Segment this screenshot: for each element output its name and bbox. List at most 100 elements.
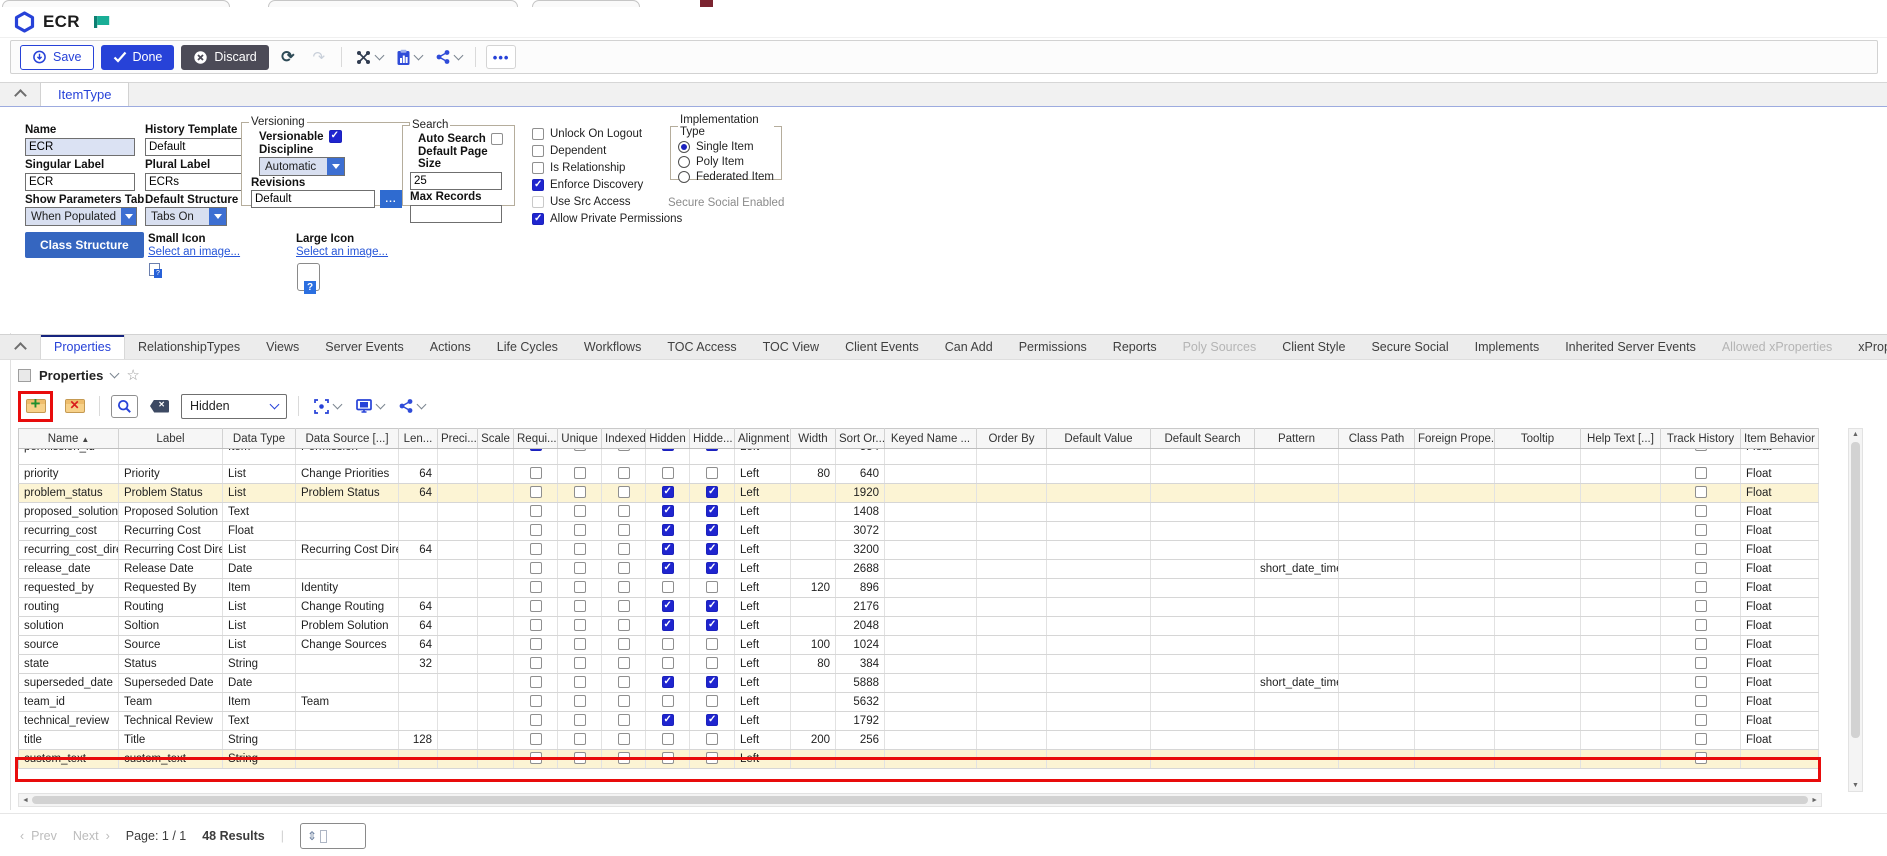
indexed-checkbox[interactable]: [618, 619, 630, 631]
cell-label[interactable]: custom_text: [119, 750, 223, 769]
cell-foreign_prope[interactable]: [1415, 731, 1495, 750]
cell-indexed[interactable]: [602, 484, 646, 503]
cell-label[interactable]: Routing: [119, 598, 223, 617]
cell-keyed_name[interactable]: [885, 560, 977, 579]
enforce-discovery-checkbox[interactable]: [532, 179, 544, 191]
cell-tooltip[interactable]: [1495, 598, 1581, 617]
track_history-checkbox[interactable]: [1695, 505, 1707, 517]
track_history-checkbox[interactable]: [1695, 638, 1707, 650]
cell-alignment[interactable]: Left: [735, 503, 791, 522]
cell-pattern[interactable]: [1255, 449, 1339, 465]
hidden-checkbox[interactable]: [662, 638, 674, 650]
cell-foreign_prope[interactable]: [1415, 617, 1495, 636]
indexed-checkbox[interactable]: [618, 657, 630, 669]
cell-scale[interactable]: [478, 655, 514, 674]
unique-checkbox[interactable]: [574, 600, 586, 612]
cell-sort_order[interactable]: 384: [836, 655, 885, 674]
indexed-checkbox[interactable]: [618, 449, 630, 452]
cell-keyed_name[interactable]: [885, 449, 977, 465]
tab-secure-social[interactable]: Secure Social: [1358, 335, 1461, 359]
col-header-alignment[interactable]: Alignment: [735, 429, 791, 449]
cell-pattern[interactable]: [1255, 693, 1339, 712]
cell-data_source[interactable]: [296, 522, 399, 541]
cell-alignment[interactable]: Left: [735, 579, 791, 598]
cell-pattern[interactable]: [1255, 712, 1339, 731]
cell-alignment[interactable]: Left: [735, 731, 791, 750]
cell-hidden[interactable]: [646, 750, 690, 769]
cell-foreign_prope[interactable]: [1415, 655, 1495, 674]
cell-requi[interactable]: [514, 750, 558, 769]
cell-unique[interactable]: [558, 484, 602, 503]
cell-data_source[interactable]: Change Priorities: [296, 465, 399, 484]
cell-sort_order[interactable]: 256: [836, 731, 885, 750]
cell-help_text[interactable]: [1581, 541, 1661, 560]
cell-label[interactable]: Requested By: [119, 579, 223, 598]
cell-pattern[interactable]: [1255, 598, 1339, 617]
cell-help_text[interactable]: [1581, 560, 1661, 579]
track_history-checkbox[interactable]: [1695, 449, 1707, 452]
cell-requi[interactable]: [514, 598, 558, 617]
cell-preci[interactable]: [438, 693, 478, 712]
cell-name[interactable]: problem_status: [19, 484, 119, 503]
cell-keyed_name[interactable]: [885, 655, 977, 674]
cell-scale[interactable]: [478, 674, 514, 693]
indexed-checkbox[interactable]: [618, 752, 630, 764]
cell-len[interactable]: [399, 750, 438, 769]
cell-class_path[interactable]: [1339, 636, 1415, 655]
cell-data_type[interactable]: List: [223, 617, 296, 636]
cell-data_type[interactable]: Float: [223, 522, 296, 541]
requi-checkbox[interactable]: [530, 581, 542, 593]
cell-unique[interactable]: [558, 655, 602, 674]
cell-foreign_prope[interactable]: [1415, 712, 1495, 731]
cell-keyed_name[interactable]: [885, 484, 977, 503]
cell-len[interactable]: [399, 712, 438, 731]
track_history-checkbox[interactable]: [1695, 581, 1707, 593]
cell-sort_order[interactable]: 1408: [836, 503, 885, 522]
cell-class_path[interactable]: [1339, 579, 1415, 598]
cell-label[interactable]: Proposed Solution: [119, 503, 223, 522]
requi-checkbox[interactable]: [530, 733, 542, 745]
track_history-checkbox[interactable]: [1695, 600, 1707, 612]
cell-preci[interactable]: [438, 655, 478, 674]
cell-data_type[interactable]: String: [223, 655, 296, 674]
cell-preci[interactable]: [438, 449, 478, 465]
cell-width[interactable]: [791, 541, 836, 560]
cell-track_history[interactable]: [1661, 541, 1741, 560]
cell-data_type[interactable]: List: [223, 541, 296, 560]
clear-search-button[interactable]: [146, 395, 173, 418]
cell-hidden[interactable]: [646, 449, 690, 465]
cell-sort_order[interactable]: 3072: [836, 522, 885, 541]
hidden2-checkbox[interactable]: [706, 733, 718, 745]
cell-default_value[interactable]: [1047, 617, 1151, 636]
unlock-on-logout-checkbox[interactable]: [532, 128, 544, 140]
indexed-checkbox[interactable]: [618, 676, 630, 688]
cell-class_path[interactable]: [1339, 541, 1415, 560]
cell-label[interactable]: Release Date: [119, 560, 223, 579]
cell-tooltip[interactable]: [1495, 750, 1581, 769]
cell-default_value[interactable]: [1047, 560, 1151, 579]
cell-preci[interactable]: [438, 560, 478, 579]
cell-item_behavior[interactable]: Float: [1741, 598, 1819, 617]
tab-client-events[interactable]: Client Events: [832, 335, 932, 359]
requi-checkbox[interactable]: [530, 714, 542, 726]
cell-unique[interactable]: [558, 598, 602, 617]
hidden-checkbox[interactable]: [662, 543, 674, 555]
cell-default_value[interactable]: [1047, 465, 1151, 484]
table-row-source[interactable]: sourceSourceListChange Sources64Left1001…: [19, 636, 1819, 655]
requi-checkbox[interactable]: [530, 657, 542, 669]
hidden-filter-select[interactable]: Hidden: [181, 394, 287, 419]
tab-server-events[interactable]: Server Events: [312, 335, 417, 359]
cell-class_path[interactable]: [1339, 693, 1415, 712]
indexed-checkbox[interactable]: [618, 581, 630, 593]
cell-requi[interactable]: [514, 655, 558, 674]
horizontal-scrollbar[interactable]: ◄ ►: [18, 793, 1822, 807]
cell-hidden2[interactable]: [690, 560, 735, 579]
cell-alignment[interactable]: Left: [735, 465, 791, 484]
unique-checkbox[interactable]: [574, 619, 586, 631]
cell-data_type[interactable]: List: [223, 636, 296, 655]
unique-checkbox[interactable]: [574, 638, 586, 650]
cell-requi[interactable]: [514, 712, 558, 731]
cell-width[interactable]: [791, 503, 836, 522]
cell-width[interactable]: [791, 598, 836, 617]
cell-item_behavior[interactable]: Float: [1741, 522, 1819, 541]
